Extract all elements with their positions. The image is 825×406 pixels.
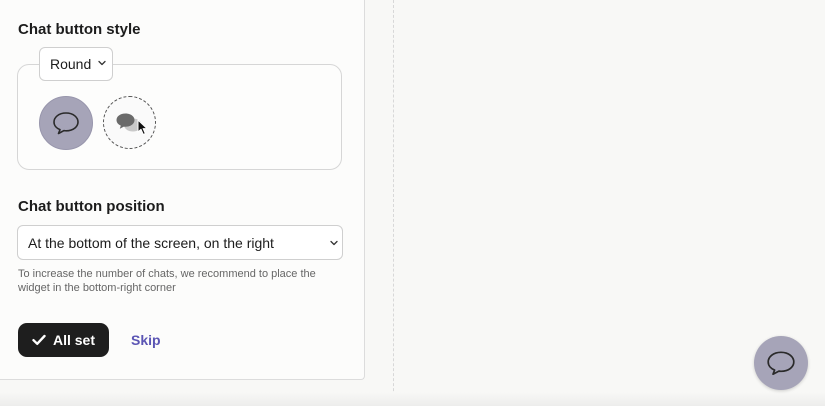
position-select-value: At the bottom of the screen, on the righ… — [28, 234, 274, 251]
all-set-label: All set — [52, 332, 95, 348]
chat-button-position-title: Chat button position — [18, 198, 165, 215]
chat-launcher-preview[interactable] — [754, 336, 808, 390]
chat-button-style-title: Chat button style — [18, 21, 141, 38]
mouse-pointer-icon — [137, 119, 148, 135]
preview-divider — [393, 0, 394, 406]
shape-select[interactable]: Round — [39, 47, 113, 81]
skip-link[interactable]: Skip — [131, 332, 161, 348]
style-option-round[interactable] — [39, 96, 93, 150]
chat-bubble-icon — [767, 351, 795, 376]
settings-panel: Chat button style Round Chat button posi… — [0, 0, 365, 380]
position-select[interactable]: At the bottom of the screen, on the righ… — [17, 225, 343, 260]
style-option-clouds[interactable] — [103, 96, 156, 149]
app-page: Chat button style Round Chat button posi… — [0, 0, 825, 406]
chevron-down-icon — [98, 60, 106, 66]
preview-bottom-edge — [0, 392, 825, 406]
shape-select-value: Round — [50, 56, 92, 72]
check-icon — [32, 334, 46, 345]
chat-bubble-icon — [53, 112, 79, 135]
chevron-down-icon — [330, 240, 338, 246]
all-set-button[interactable]: All set — [18, 323, 109, 357]
position-hint: To increase the number of chats, we reco… — [18, 268, 316, 294]
